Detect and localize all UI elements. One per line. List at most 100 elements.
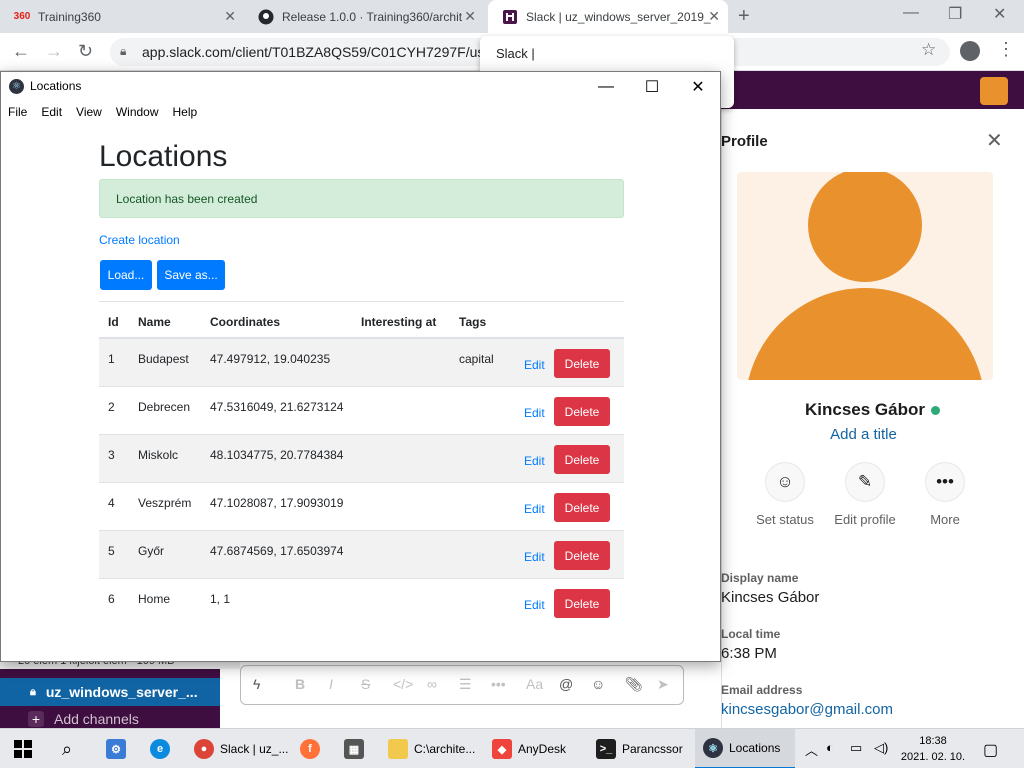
set-status-label: Set status — [756, 512, 814, 527]
smiley-icon: ☺ — [765, 462, 805, 502]
firefox-icon[interactable]: f — [300, 729, 326, 768]
volume-icon[interactable]: ◁) — [874, 740, 888, 756]
taskbar-explorer[interactable]: C:\archite... — [388, 729, 483, 768]
edit-link[interactable]: Edit — [524, 454, 545, 468]
emoji-icon[interactable]: ☺ — [591, 676, 605, 692]
start-button[interactable] — [14, 729, 32, 768]
close-icon[interactable]: ✕ — [464, 8, 476, 25]
network-icon[interactable]: ▭ — [850, 740, 862, 756]
back-icon[interactable]: ← — [12, 41, 30, 62]
cell-id: 4 — [108, 496, 115, 510]
menu-help[interactable]: Help — [173, 105, 198, 119]
more-formatting-icon[interactable]: ••• — [491, 676, 506, 692]
system-clock[interactable]: 18:38 2021. 02. 10. — [898, 733, 968, 765]
save-as-button[interactable]: Save as... — [157, 260, 225, 290]
mention-icon[interactable]: @ — [559, 676, 573, 692]
cell-name: Home — [138, 592, 171, 606]
notifications-icon[interactable]: ▢ — [983, 740, 998, 760]
taskbar-chrome-slack[interactable]: ● Slack | uz_... — [194, 729, 289, 768]
folder-icon — [388, 739, 408, 759]
table-row: 3 Miskolc 48.1034775, 20.7784384 Edit De… — [99, 435, 624, 483]
mic-icon[interactable]: ◐ — [826, 740, 834, 755]
menu-file[interactable]: File — [8, 105, 27, 119]
close-icon[interactable]: ✕ — [993, 4, 1006, 24]
close-icon[interactable]: ✕ — [986, 128, 1003, 153]
close-icon[interactable]: ✕ — [224, 8, 236, 25]
control-panel-icon[interactable]: ⚙ — [106, 729, 132, 768]
calculator-icon[interactable]: ▦ — [344, 729, 370, 768]
new-tab-icon[interactable]: + — [738, 5, 750, 28]
edit-link[interactable]: Edit — [524, 406, 545, 420]
menu-edit[interactable]: Edit — [41, 105, 62, 119]
delete-button[interactable]: Delete — [554, 445, 610, 474]
delete-button[interactable]: Delete — [554, 589, 610, 618]
browser-tab-slack[interactable]: Slack | uz_windows_server_2019_ ✕ — [488, 0, 728, 33]
edit-link[interactable]: Edit — [524, 598, 545, 612]
delete-button[interactable]: Delete — [554, 349, 610, 378]
edit-link[interactable]: Edit — [524, 550, 545, 564]
text-format-icon[interactable]: Aa — [526, 676, 543, 692]
add-channels-button[interactable]: + Add channels — [0, 708, 220, 730]
plus-icon: + — [28, 711, 44, 727]
search-icon[interactable]: ⌕ — [62, 729, 72, 768]
chevron-up-icon[interactable]: ︿ — [805, 740, 818, 759]
set-status-button[interactable]: ☺ Set status — [745, 462, 825, 527]
taskbar-anydesk[interactable]: ◆ AnyDesk — [492, 729, 587, 768]
close-icon[interactable]: ✕ — [675, 74, 721, 100]
slack-user-avatar[interactable] — [980, 77, 1008, 105]
email-link[interactable]: kincsesgabor@gmail.com — [721, 701, 893, 718]
reload-icon[interactable]: ↻ — [78, 41, 93, 62]
delete-button[interactable]: Delete — [554, 493, 610, 522]
add-title-link[interactable]: Add a title — [721, 426, 1006, 443]
browser-tab-github[interactable]: Release 1.0.0 · Training360/archit ✕ — [244, 0, 484, 33]
edit-link[interactable]: Edit — [524, 502, 545, 516]
lock-icon: 🔒︎ — [30, 685, 36, 698]
edit-profile-button[interactable]: ✎ Edit profile — [825, 462, 905, 527]
lightning-icon[interactable]: ϟ — [253, 676, 260, 692]
more-button[interactable]: ••• More — [905, 462, 985, 527]
sidebar-channel-item[interactable]: 🔒︎ uz_windows_server_... — [0, 678, 220, 706]
load-button[interactable]: Load... — [100, 260, 152, 290]
profile-avatar-icon[interactable] — [960, 41, 980, 61]
menu-view[interactable]: View — [76, 105, 102, 119]
cell-coordinates: 47.6874569, 17.6503974 — [210, 544, 344, 558]
lock-icon: 🔒︎ — [120, 44, 127, 58]
menu-kebab-icon[interactable]: ⋮ — [997, 39, 1015, 60]
cell-name: Miskolc — [138, 448, 179, 462]
window-titlebar[interactable]: ⚛ Locations — ☐ ✕ — [1, 72, 720, 101]
menu-window[interactable]: Window — [116, 105, 159, 119]
minimize-icon[interactable]: — — [583, 74, 629, 100]
bookmark-star-icon[interactable]: ☆ — [921, 40, 936, 60]
strike-icon[interactable]: S — [361, 676, 370, 692]
edit-link[interactable]: Edit — [524, 358, 545, 372]
bold-icon[interactable]: B — [295, 676, 305, 692]
italic-icon[interactable]: I — [329, 676, 333, 692]
create-location-link[interactable]: Create location — [99, 233, 180, 247]
minimize-icon[interactable]: — — [903, 4, 919, 22]
code-icon[interactable]: </> — [393, 676, 413, 692]
column-header-interesting-at: Interesting at — [361, 315, 437, 329]
close-icon[interactable]: ✕ — [708, 8, 720, 25]
taskbar-locations[interactable]: ⚛ Locations — [695, 729, 795, 768]
edge-icon[interactable]: e — [150, 729, 176, 768]
list-icon[interactable]: ☰ — [459, 676, 472, 693]
clock-date: 2021. 02. 10. — [900, 751, 966, 763]
link-icon[interactable]: ∞ — [427, 676, 437, 692]
taskbar-cmd[interactable]: >_ Parancssor — [596, 729, 691, 768]
forward-icon[interactable]: → — [45, 41, 63, 62]
tab-label: Slack | uz_windows_server_2019_ — [526, 9, 711, 24]
restore-icon[interactable]: ❐ — [948, 4, 962, 24]
delete-button[interactable]: Delete — [554, 541, 610, 570]
clock-time: 18:38 — [919, 735, 947, 747]
message-composer[interactable]: ϟ B I S </> ∞ ☰ ••• Aa @ ☺ 📎︎ ➤ — [240, 665, 684, 705]
locations-table: Id Name Coordinates Interesting at Tags … — [99, 301, 624, 627]
table-row: 5 Győr 47.6874569, 17.6503974 Edit Delet… — [99, 531, 624, 579]
local-time-value: 6:38 PM — [721, 645, 777, 662]
maximize-icon[interactable]: ☐ — [629, 74, 675, 100]
cell-id: 1 — [108, 352, 115, 366]
delete-button[interactable]: Delete — [554, 397, 610, 426]
send-icon[interactable]: ➤ — [657, 676, 669, 693]
browser-tab-training360[interactable]: 360 Training360 ✕ — [0, 0, 244, 33]
avatar-body-shape — [745, 288, 985, 380]
attach-icon[interactable]: 📎︎ — [625, 676, 643, 693]
